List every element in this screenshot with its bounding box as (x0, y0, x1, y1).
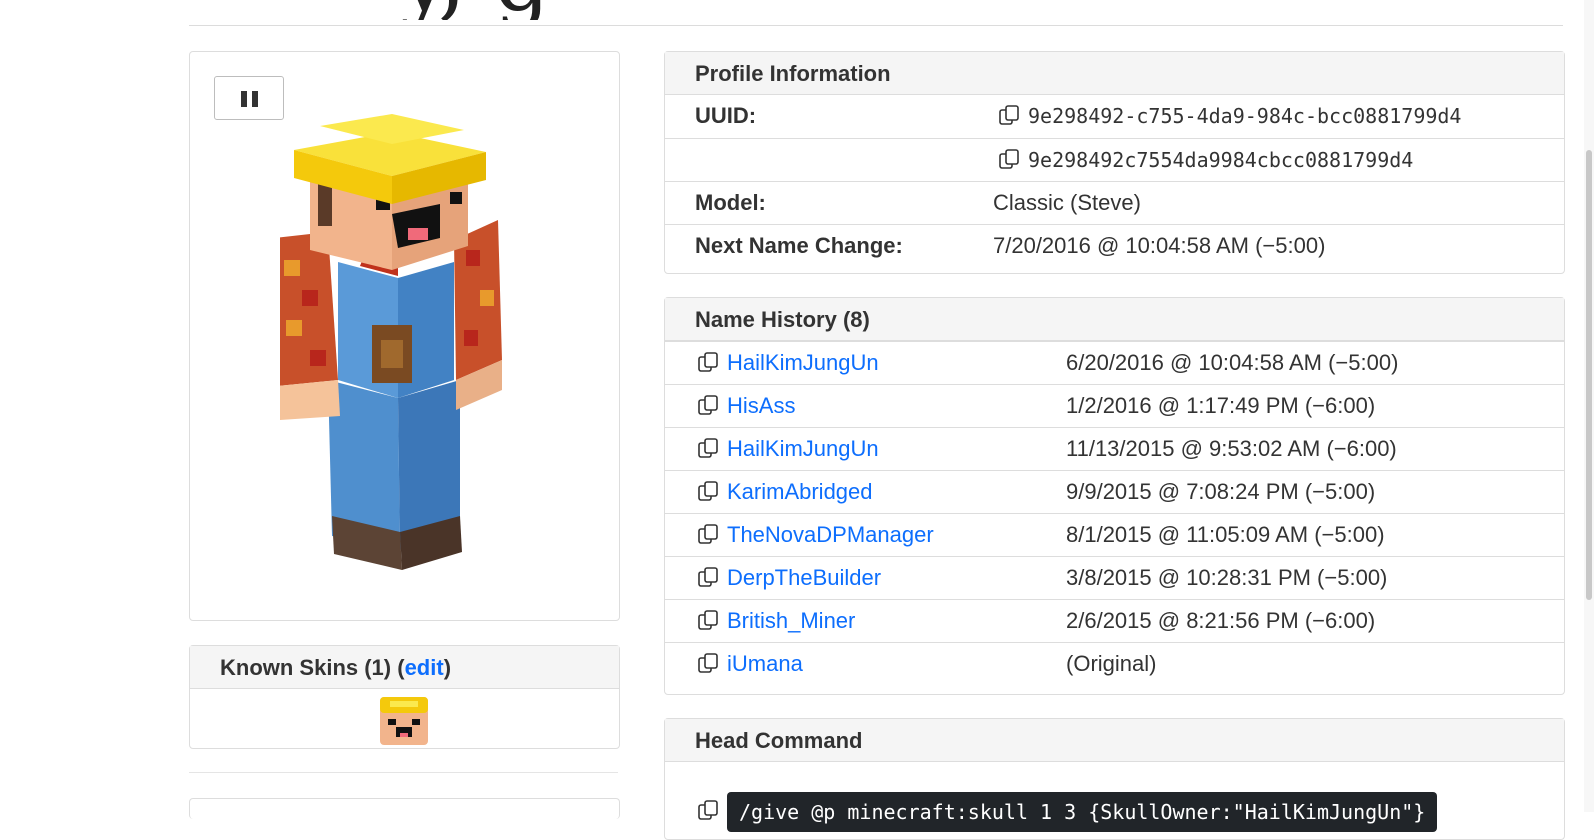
history-name-link[interactable]: TheNovaDPManager (727, 522, 934, 547)
history-date: (Original) (1066, 651, 1157, 676)
history-name-link[interactable]: KarimAbridged (727, 479, 873, 504)
model-row: Model: Classic (Steve) (665, 181, 1564, 224)
copy-icon[interactable] (697, 437, 719, 459)
name-history-row: HailKimJungUn 11/13/2015 @ 9:53:02 AM (−6… (665, 427, 1564, 470)
copy-icon[interactable] (697, 480, 719, 502)
copy-icon[interactable] (697, 394, 719, 416)
scrollbar[interactable] (1584, 0, 1594, 812)
name-history-panel: Name History (8) HailKimJungUn 6/20/2016 … (664, 297, 1565, 695)
name-history-row: HisAss 1/2/2016 @ 1:17:49 PM (−6:00) (665, 384, 1564, 427)
history-date: 8/1/2015 @ 11:05:09 AM (−5:00) (1066, 522, 1385, 547)
copy-icon[interactable] (697, 351, 719, 373)
known-skins-header: Known Skins (1) (edit) (190, 646, 619, 689)
name-history-row: British_Miner 2/6/2015 @ 8:21:56 PM (−6:0… (665, 599, 1564, 642)
history-date: 11/13/2015 @ 9:53:02 AM (−6:00) (1066, 436, 1397, 461)
pause-button[interactable] (214, 76, 284, 120)
sidebar-divider (189, 772, 618, 773)
head-command-line: /give @p minecraft:skull 1 3 {SkullOwner… (697, 792, 1438, 832)
copy-icon[interactable] (998, 148, 1020, 170)
history-date: 9/9/2015 @ 7:08:24 PM (−5:00) (1066, 479, 1376, 504)
next-name-change-row: Next Name Change: 7/20/2016 @ 10:04:58 A… (665, 224, 1564, 267)
name-history-row: iUmana (Original) (665, 642, 1564, 685)
profile-header: Profile Information (665, 52, 1564, 95)
copy-icon[interactable] (697, 652, 719, 674)
name-history-header: Name History (8) (665, 298, 1564, 341)
model-value: Classic (Steve) (993, 190, 1141, 215)
name-history-row: TheNovaDPManager 8/1/2015 @ 11:05:09 AM (… (665, 513, 1564, 556)
title-divider (189, 25, 1563, 26)
name-history-row: HailKimJungUn 6/20/2016 @ 10:04:58 AM (−5… (665, 341, 1564, 384)
head-command-code[interactable]: /give @p minecraft:skull 1 3 {SkullOwner… (727, 792, 1438, 832)
profile-information-panel: Profile Information UUID: 9e298492-c755-… (664, 51, 1565, 274)
next-name-change-value: 7/20/2016 @ 10:04:58 AM (−5:00) (993, 233, 1326, 258)
copy-icon[interactable] (697, 799, 719, 821)
copy-icon[interactable] (697, 523, 719, 545)
scrollbar-thumb[interactable] (1586, 150, 1592, 600)
history-name-link[interactable]: DerpTheBuilder (727, 565, 881, 590)
uuid-plain[interactable]: 9e298492c7554da9984cbcc0881799d4 (1028, 148, 1413, 172)
history-date: 1/2/2016 @ 1:17:49 PM (−6:00) (1066, 393, 1376, 418)
head-command-panel: Head Command /give @p minecraft:skull 1 … (664, 718, 1565, 840)
history-name-link[interactable]: British_Miner (727, 608, 855, 633)
history-date: 3/8/2015 @ 10:28:31 PM (−5:00) (1066, 565, 1388, 590)
history-name-link[interactable]: HisAss (727, 393, 795, 418)
skin-thumbnail[interactable] (380, 697, 428, 745)
copy-icon[interactable] (998, 104, 1020, 126)
copy-icon[interactable] (697, 609, 719, 631)
edit-skins-link[interactable]: edit (405, 655, 444, 680)
known-skins-panel: Known Skins (1) (edit) (189, 645, 620, 749)
history-name-link[interactable]: HailKimJungUn (727, 436, 879, 461)
skin-render-image[interactable] (280, 80, 530, 580)
name-history-row: KarimAbridged 9/9/2015 @ 7:08:24 PM (−5:0… (665, 470, 1564, 513)
history-name-link[interactable]: HailKimJungUn (727, 350, 879, 375)
history-date: 6/20/2016 @ 10:04:58 AM (−5:00) (1066, 350, 1399, 375)
uuid-row: UUID: 9e298492-c755-4da9-984c-bcc0881799… (695, 103, 1462, 128)
head-command-header: Head Command (665, 719, 1564, 762)
copy-icon[interactable] (697, 566, 719, 588)
uuid-plain-row: 9e298492c7554da9984cbcc0881799d4 (665, 138, 1564, 181)
history-date: 2/6/2015 @ 8:21:56 PM (−6:00) (1066, 608, 1376, 633)
uuid-dashed[interactable]: 9e298492-c755-4da9-984c-bcc0881799d4 (1028, 104, 1461, 128)
page-title: y, g (400, 0, 840, 20)
name-history-row: DerpTheBuilder 3/8/2015 @ 10:28:31 PM (−5… (665, 556, 1564, 599)
next-panel (189, 798, 620, 819)
skin-viewer (189, 51, 620, 621)
history-name-link[interactable]: iUmana (727, 651, 803, 676)
